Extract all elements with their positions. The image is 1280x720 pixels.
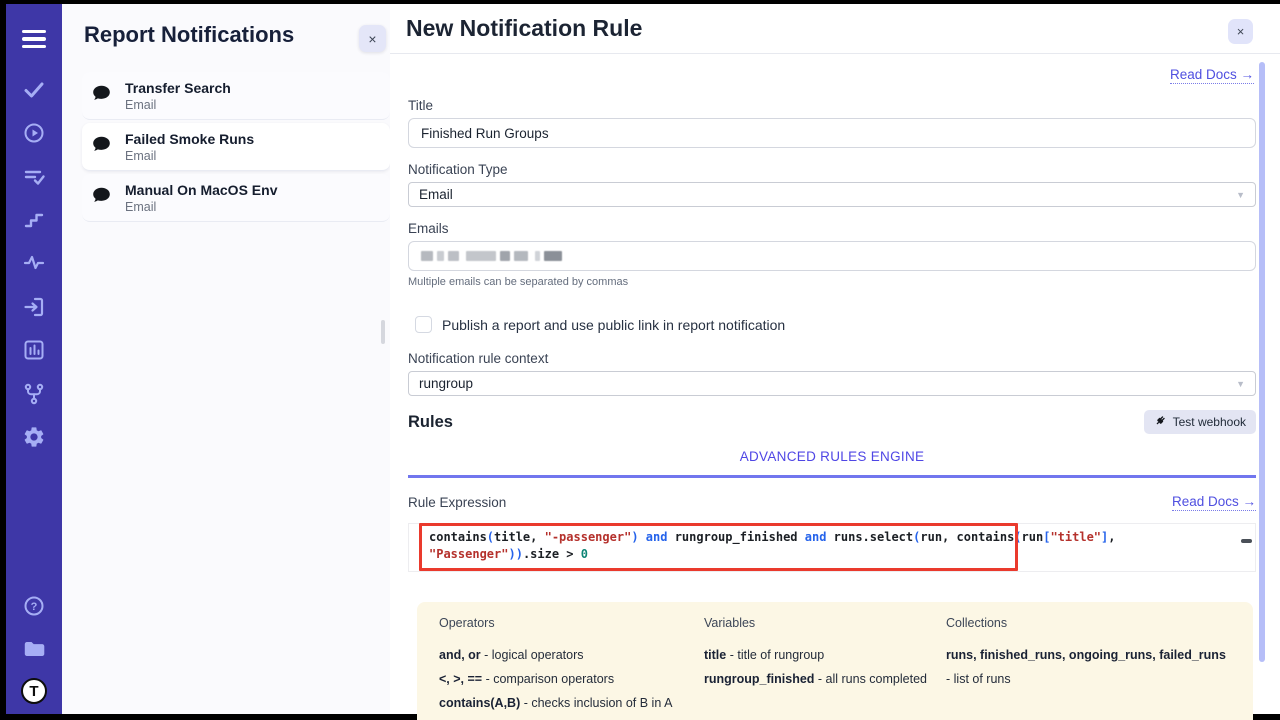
list-item-subtitle: Email (125, 98, 231, 112)
list-item-transfer-search[interactable]: Transfer Search Email (82, 72, 390, 120)
chevron-down-icon: ▼ (1236, 379, 1245, 389)
test-webhook-label: Test webhook (1173, 415, 1246, 429)
plug-icon (1154, 414, 1167, 430)
test-webhook-button[interactable]: Test webhook (1144, 410, 1256, 434)
chat-bubble-icon (91, 185, 112, 211)
app-sidebar: ? T (6, 4, 62, 714)
notifications-panel: Report Notifications × Transfer Search E… (62, 4, 390, 714)
notification-type-value: Email (419, 187, 453, 202)
tab-advanced-rules-engine[interactable]: ADVANCED RULES ENGINE (740, 449, 925, 464)
list-item-failed-smoke-runs[interactable]: Failed Smoke Runs Email (82, 123, 390, 171)
list-item-subtitle: Email (125, 149, 254, 163)
new-notification-rule-modal: New Notification Rule × Read Docs → Titl… (390, 4, 1280, 714)
help-entry: runs, finished_runs, ongoing_runs, faile… (946, 643, 1231, 691)
rule-context-select[interactable]: rungroup ▼ (408, 371, 1256, 396)
rules-help-box: Operators and, or - logical operators <,… (417, 602, 1253, 720)
bar-chart-icon[interactable] (21, 337, 47, 363)
modal-content: Read Docs → Title Notification Type Emai… (408, 54, 1256, 720)
emails-label: Emails (408, 221, 1256, 236)
help-entry: rungroup_finished - all runs completed (704, 667, 946, 691)
activity-icon[interactable] (21, 250, 47, 276)
list-item-title: Transfer Search (125, 80, 231, 96)
gear-icon[interactable] (21, 424, 47, 450)
play-circle-icon[interactable] (21, 120, 47, 146)
list-item-title: Manual On MacOS Env (125, 182, 277, 198)
rule-expression-read-docs-link[interactable]: Read Docs → (1172, 494, 1256, 511)
chat-bubble-icon (91, 83, 112, 109)
publish-report-checkbox[interactable] (415, 316, 432, 333)
title-label: Title (408, 98, 1256, 113)
notification-type-label: Notification Type (408, 162, 1256, 177)
app-logo[interactable]: T (21, 678, 47, 704)
panel-title: Report Notifications (84, 22, 294, 48)
panel-close-button[interactable]: × (359, 25, 386, 52)
sign-in-icon[interactable] (21, 294, 47, 320)
list-item-manual-on-macos-env[interactable]: Manual On MacOS Env Email (82, 174, 390, 222)
help-entry: and, or - logical operators (439, 643, 704, 667)
panel-scrollbar-thumb[interactable] (381, 320, 385, 344)
modal-close-button[interactable]: × (1228, 19, 1253, 44)
code-text: contains(title, "-passenger") and rungro… (409, 524, 1255, 563)
help-column-title: Collections (946, 616, 1231, 630)
help-entry: 0.seconds_ago - same as Time.now (439, 715, 704, 720)
modal-scrollbar-thumb[interactable] (1259, 62, 1265, 662)
help-column-title: Variables (704, 616, 946, 630)
app-window: ? T Report Notifications × Transfer Sear… (0, 0, 1280, 720)
git-fork-icon[interactable] (21, 381, 47, 407)
modal-title: New Notification Rule (406, 15, 642, 42)
folder-icon[interactable] (21, 636, 47, 662)
rules-heading: Rules (408, 413, 453, 432)
list-item-subtitle: Email (125, 200, 277, 214)
chat-bubble-icon (91, 134, 112, 160)
list-check-icon[interactable] (21, 164, 47, 190)
help-entry: <, >, == - comparison operators (439, 667, 704, 691)
logo-t: T (21, 678, 47, 704)
rule-expression-label: Rule Expression (408, 495, 506, 510)
rule-expression-editor[interactable]: contains(title, "-passenger") and rungro… (408, 523, 1256, 572)
rule-context-label: Notification rule context (408, 351, 1256, 366)
check-icon[interactable] (21, 77, 47, 103)
rule-context-value: rungroup (419, 376, 473, 391)
notification-type-select[interactable]: Email ▼ (408, 182, 1256, 207)
title-input[interactable] (408, 118, 1256, 148)
rules-tab-bar: ADVANCED RULES ENGINE (408, 448, 1256, 478)
notification-list: Transfer Search Email Failed Smoke Runs … (82, 72, 390, 225)
help-icon[interactable]: ? (21, 593, 47, 619)
read-docs-link[interactable]: Read Docs → (1170, 67, 1254, 84)
publish-report-label: Publish a report and use public link in … (442, 317, 785, 333)
modal-header: New Notification Rule × (390, 4, 1280, 54)
chevron-down-icon: ▼ (1236, 190, 1245, 200)
help-entry: title - title of rungroup (704, 643, 946, 667)
emails-input[interactable] (408, 241, 1256, 271)
help-entry: contains(A,B) - checks inclusion of B in… (439, 691, 704, 715)
list-item-title: Failed Smoke Runs (125, 131, 254, 147)
emails-help-text: Multiple emails can be separated by comm… (408, 276, 1256, 288)
steps-icon[interactable] (21, 207, 47, 233)
svg-text:?: ? (31, 601, 38, 613)
help-column-title: Operators (439, 616, 704, 630)
menu-icon[interactable] (21, 26, 47, 52)
editor-scrollbar-thumb[interactable] (1241, 539, 1252, 543)
